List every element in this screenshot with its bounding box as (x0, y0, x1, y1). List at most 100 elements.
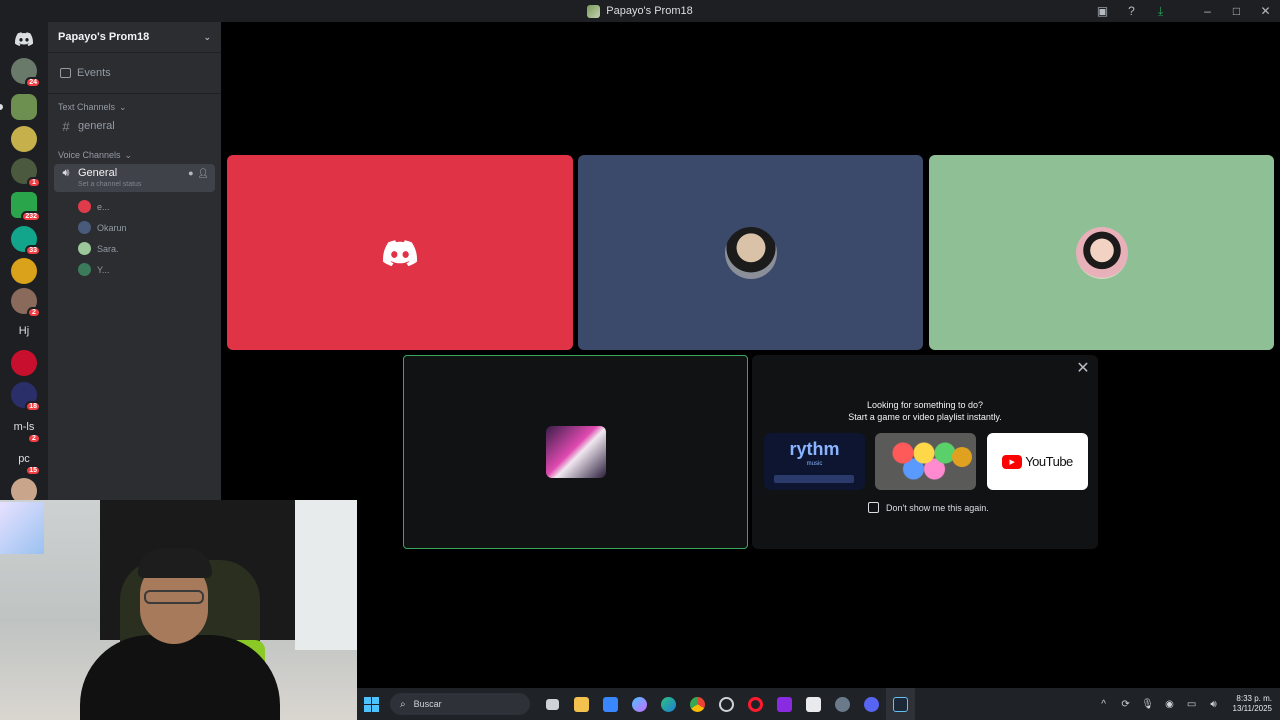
title-bar: Papayo's Prom18 ▣ ? ⤓ – □ ✕ (0, 0, 1280, 22)
avatar (78, 263, 91, 276)
chevron-down-icon: ⌄ (124, 149, 133, 160)
chevron-up-icon[interactable]: ^ (1095, 699, 1113, 710)
server-10[interactable] (11, 350, 37, 376)
chatgpt-icon[interactable] (712, 688, 741, 720)
rythm-sub: music (806, 461, 823, 467)
server-13[interactable]: pc 15 (11, 446, 41, 476)
window-title-text: Papayo's Prom18 (606, 5, 693, 17)
store-icon[interactable] (596, 688, 625, 720)
voice-tile-user-4[interactable] (403, 355, 748, 549)
webcam-overlay (0, 500, 357, 720)
maximize-button[interactable]: □ (1222, 0, 1251, 22)
clock-time: 8:33 p. m. (1236, 694, 1272, 703)
category-voice-channels[interactable]: Voice Channels ⌄ (48, 146, 221, 164)
server-11[interactable]: 18 (11, 382, 41, 412)
task-view-icon[interactable] (538, 688, 567, 720)
voice-user[interactable]: Sara. (48, 238, 221, 259)
clock-date: 13/11/2025 (1232, 704, 1272, 713)
server-5[interactable]: 232 (11, 192, 41, 222)
voice-user[interactable]: e... (48, 196, 221, 217)
chevron-down-icon: ⌄ (203, 31, 211, 42)
close-button[interactable]: ✕ (1251, 0, 1280, 22)
server-9[interactable]: Hj (11, 318, 37, 344)
search-icon: ⌕ (400, 698, 406, 710)
youtube-play-icon: ▶ (1002, 454, 1023, 469)
close-icon[interactable]: ✕ (1074, 359, 1092, 377)
events-label: Events (77, 67, 111, 79)
microphone-icon[interactable]: 🎙︎ (1139, 699, 1157, 710)
guild-name: Papayo's Prom18 (58, 31, 150, 43)
avatar (78, 242, 91, 255)
start-button[interactable] (357, 688, 386, 720)
activities-panel: ✕ Looking for something to do? Start a g… (752, 355, 1098, 549)
discord-logo-icon (383, 239, 417, 266)
guild-header[interactable]: Papayo's Prom18 ⌄ (48, 22, 221, 52)
inbox-icon[interactable]: ▣ (1088, 0, 1117, 22)
windows-icon (364, 696, 379, 712)
activity-card-game[interactable] (875, 433, 976, 490)
app-icon[interactable] (828, 688, 857, 720)
server-12[interactable]: m-ls 2 (11, 414, 41, 444)
app-icon[interactable] (799, 688, 828, 720)
channel-general-text[interactable]: # general (54, 116, 215, 136)
sync-icon[interactable]: ⟳ (1117, 699, 1135, 710)
server-6[interactable]: 33 (11, 226, 41, 256)
server-7[interactable] (11, 258, 37, 284)
activities-subheading: Start a game or video playlist instantly… (848, 412, 1002, 422)
channel-status[interactable]: Set a channel status (78, 181, 141, 188)
app-icon[interactable] (770, 688, 799, 720)
voice-tile-user-2[interactable] (578, 155, 923, 350)
chat-bubble-icon[interactable]: ● (188, 168, 193, 179)
copilot-icon[interactable] (625, 688, 654, 720)
download-icon[interactable]: ⤓ (1146, 0, 1175, 22)
youtube-label: YouTube (1025, 454, 1073, 469)
opera-icon[interactable] (741, 688, 770, 720)
taskbar: ⌕ Buscar ^ ⟳ 🎙︎ ◉ ▭ 🔊︎ 8:33 p. m. 13/11/… (357, 688, 1280, 720)
search-input[interactable]: ⌕ Buscar (390, 693, 530, 715)
events-item[interactable]: Events (48, 53, 221, 93)
discord-taskbar-icon[interactable] (857, 688, 886, 720)
help-icon[interactable]: ? (1117, 0, 1146, 22)
chevron-down-icon: ⌄ (119, 101, 127, 112)
steam-icon[interactable] (886, 688, 915, 720)
hashtag-icon: # (62, 118, 70, 134)
discord-home-icon[interactable] (11, 26, 37, 52)
avatar (1075, 226, 1128, 279)
dont-show-again-checkbox[interactable]: Don't show me this again. (868, 502, 989, 513)
monitor-icon[interactable]: ▭ (1183, 699, 1201, 710)
checkbox[interactable] (868, 502, 879, 513)
category-text-channels[interactable]: Text Channels ⌄ (48, 98, 221, 116)
avatar (724, 226, 777, 279)
channel-general-voice[interactable]: 🔊︎ General Set a channel status ● 👤︎ (54, 164, 215, 192)
add-member-icon[interactable]: 👤︎ (198, 168, 209, 179)
server-4[interactable]: 1 (11, 158, 41, 188)
voice-tile-user-1[interactable] (227, 155, 573, 350)
server-1[interactable]: 24 (11, 58, 41, 88)
voice-user[interactable]: Okarun (48, 217, 221, 238)
clock[interactable]: 8:33 p. m. 13/11/2025 (1233, 694, 1272, 714)
activities-heading: Looking for something to do? (866, 400, 984, 410)
server-8[interactable]: 2 (11, 288, 41, 318)
chrome-icon[interactable] (683, 688, 712, 720)
edge-icon[interactable] (654, 688, 683, 720)
avatar (78, 200, 91, 213)
channel-sidebar: Papayo's Prom18 ⌄ Events Text Channels ⌄… (48, 22, 221, 500)
voice-tile-user-3[interactable] (929, 155, 1274, 350)
file-explorer-icon[interactable] (567, 688, 596, 720)
rythm-logo: rythm (789, 439, 840, 459)
voice-user[interactable]: Y... (48, 259, 221, 280)
volume-icon[interactable]: 🔊︎ (1205, 699, 1223, 710)
avatar (545, 426, 606, 478)
window-title: Papayo's Prom18 (587, 4, 693, 18)
calendar-icon (60, 68, 71, 78)
avatar (78, 221, 91, 234)
server-icon (587, 4, 601, 18)
server-2[interactable] (11, 94, 37, 120)
server-rail: 24 1 232 33 2 Hj 18 m-ls 2 pc 15 (0, 22, 48, 504)
wifi-icon[interactable]: ◉ (1161, 699, 1179, 710)
window-controls: ▣ ? ⤓ – □ ✕ (1088, 0, 1280, 22)
activity-card-rythm[interactable]: rythm music (764, 433, 865, 490)
server-3[interactable] (11, 126, 37, 152)
activity-card-youtube[interactable]: ▶ YouTube (987, 433, 1088, 490)
minimize-button[interactable]: – (1193, 0, 1222, 22)
